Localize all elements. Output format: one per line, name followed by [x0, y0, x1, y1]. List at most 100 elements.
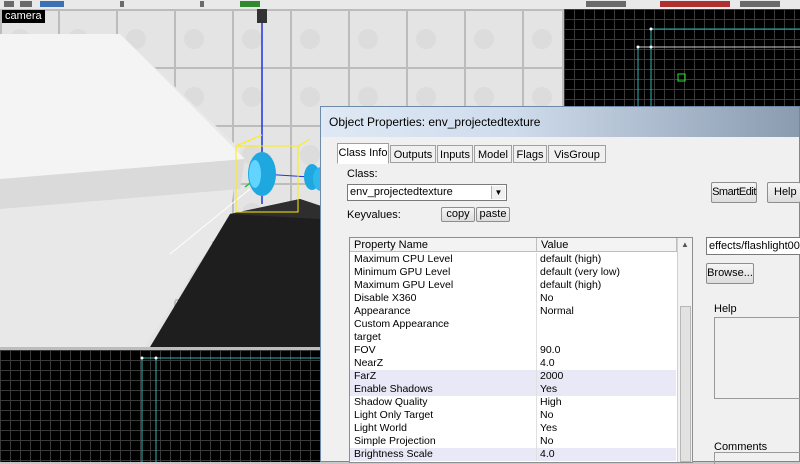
- table-row[interactable]: Shadow Quality High: [350, 396, 676, 409]
- column-divider: [536, 448, 537, 461]
- browse-button[interactable]: Browse...: [706, 263, 754, 284]
- table-row[interactable]: NearZ 4.0: [350, 357, 676, 370]
- object-properties-dialog: Object Properties: env_projectedtexture …: [320, 106, 800, 464]
- property-name: NearZ: [354, 357, 384, 369]
- table-row[interactable]: Enable Shadows Yes: [350, 383, 676, 396]
- property-name: Brightness Scale: [354, 448, 433, 460]
- table-row[interactable]: Disable X360 No: [350, 292, 676, 305]
- column-divider: [536, 344, 537, 357]
- property-value: High: [540, 396, 562, 408]
- property-name: FarZ: [354, 370, 377, 382]
- property-value: Yes: [540, 383, 558, 395]
- table-row[interactable]: Custom Appearance: [350, 318, 676, 331]
- table-row[interactable]: Brightness Scale 4.0: [350, 448, 676, 461]
- table-row[interactable]: Maximum CPU Level default (high): [350, 253, 676, 266]
- toolbar-button[interactable]: [200, 1, 204, 7]
- smartedit-button[interactable]: SmartEdit: [711, 182, 757, 203]
- property-name: Custom Appearance: [354, 318, 450, 330]
- property-name: Enable Shadows: [354, 383, 433, 395]
- keyvalues-label: Keyvalues:: [347, 209, 401, 221]
- property-name: Light Only Target: [354, 409, 434, 421]
- property-value: default (very low): [540, 266, 620, 278]
- toolbar-button[interactable]: [740, 1, 780, 7]
- column-header-property[interactable]: Property Name: [350, 238, 537, 252]
- property-value: No: [540, 409, 554, 421]
- camera-label: camera: [2, 10, 45, 23]
- property-name: FOV: [354, 344, 376, 356]
- scroll-up-icon[interactable]: ▲: [681, 240, 689, 249]
- toolbar-button[interactable]: [20, 1, 32, 7]
- column-divider: [536, 370, 537, 383]
- tab-flags[interactable]: Flags: [513, 145, 547, 163]
- property-value: Yes: [540, 422, 558, 434]
- property-name: Light World: [354, 422, 407, 434]
- property-name: Shadow Quality: [354, 396, 428, 408]
- comments-field[interactable]: [714, 452, 800, 464]
- property-name: target: [354, 331, 381, 343]
- dialog-title: Object Properties: env_projectedtexture: [329, 115, 541, 129]
- tab-model[interactable]: Model: [474, 145, 512, 163]
- toolbar-button[interactable]: [660, 1, 730, 7]
- property-value: No: [540, 292, 554, 304]
- table-row[interactable]: FOV 90.0: [350, 344, 676, 357]
- tab-visgroup[interactable]: VisGroup: [548, 145, 606, 163]
- column-divider: [536, 357, 537, 370]
- viewport-2d-side-shapes: [140, 356, 330, 462]
- paste-button[interactable]: paste: [476, 207, 510, 222]
- column-divider: [536, 318, 537, 331]
- property-value: 90.0: [540, 344, 561, 356]
- column-divider: [536, 305, 537, 318]
- tab-inputs[interactable]: Inputs: [437, 145, 473, 163]
- column-divider: [536, 409, 537, 422]
- column-divider: [536, 253, 537, 266]
- copy-button[interactable]: copy: [441, 207, 475, 222]
- tab-outputs[interactable]: Outputs: [390, 145, 436, 163]
- value-input[interactable]: effects/flashlight001: [706, 237, 800, 255]
- column-divider: [536, 383, 537, 396]
- class-select-value: env_projectedtexture: [350, 186, 453, 198]
- class-select[interactable]: env_projectedtexture ▼: [347, 184, 507, 201]
- property-value: Normal: [540, 305, 574, 317]
- scroll-thumb[interactable]: [680, 306, 691, 462]
- keyvalues-grid[interactable]: Property Name Value Maximum CPU Level def…: [349, 237, 693, 463]
- help-heading: Help: [714, 303, 737, 315]
- table-row[interactable]: Maximum GPU Level default (high): [350, 279, 676, 292]
- property-value: 4.0: [540, 448, 555, 460]
- grid-scrollbar[interactable]: ▲: [677, 238, 692, 462]
- property-value: default (high): [540, 253, 602, 265]
- column-divider: [536, 422, 537, 435]
- table-row[interactable]: Light World Yes: [350, 422, 676, 435]
- column-divider: [536, 435, 537, 448]
- toolbar-button[interactable]: [240, 1, 260, 7]
- property-name: Appearance: [354, 305, 411, 317]
- property-name: Simple Projection: [354, 435, 436, 447]
- table-row[interactable]: FarZ 2000: [350, 370, 676, 383]
- column-divider: [536, 396, 537, 409]
- viewport-2d-side[interactable]: [0, 350, 330, 462]
- toolbar-button[interactable]: [4, 1, 14, 7]
- property-name: Maximum CPU Level: [354, 253, 453, 265]
- table-row[interactable]: Minimum GPU Level default (very low): [350, 266, 676, 279]
- help-text-box: [714, 317, 800, 399]
- toolbar-button[interactable]: [120, 1, 124, 7]
- toolbar-button[interactable]: [586, 1, 626, 7]
- toolbar-button[interactable]: [40, 1, 64, 7]
- property-value: 4.0: [540, 357, 555, 369]
- table-row[interactable]: target: [350, 331, 676, 344]
- table-row[interactable]: Appearance Normal: [350, 305, 676, 318]
- property-value: default (high): [540, 279, 602, 291]
- table-row[interactable]: Simple Projection No: [350, 435, 676, 448]
- chevron-down-icon[interactable]: ▼: [491, 186, 505, 199]
- class-label: Class:: [347, 168, 378, 180]
- table-row[interactable]: Light Only Target No: [350, 409, 676, 422]
- column-divider: [536, 266, 537, 279]
- help-button[interactable]: Help: [767, 182, 800, 203]
- column-header-value[interactable]: Value: [537, 238, 677, 252]
- tab-class-info[interactable]: Class Info: [337, 143, 389, 164]
- column-divider: [536, 331, 537, 344]
- property-name: Minimum GPU Level: [354, 266, 451, 278]
- property-name: Maximum GPU Level: [354, 279, 454, 291]
- dialog-titlebar[interactable]: Object Properties: env_projectedtexture: [321, 107, 799, 137]
- column-divider: [536, 292, 537, 305]
- column-divider: [536, 279, 537, 292]
